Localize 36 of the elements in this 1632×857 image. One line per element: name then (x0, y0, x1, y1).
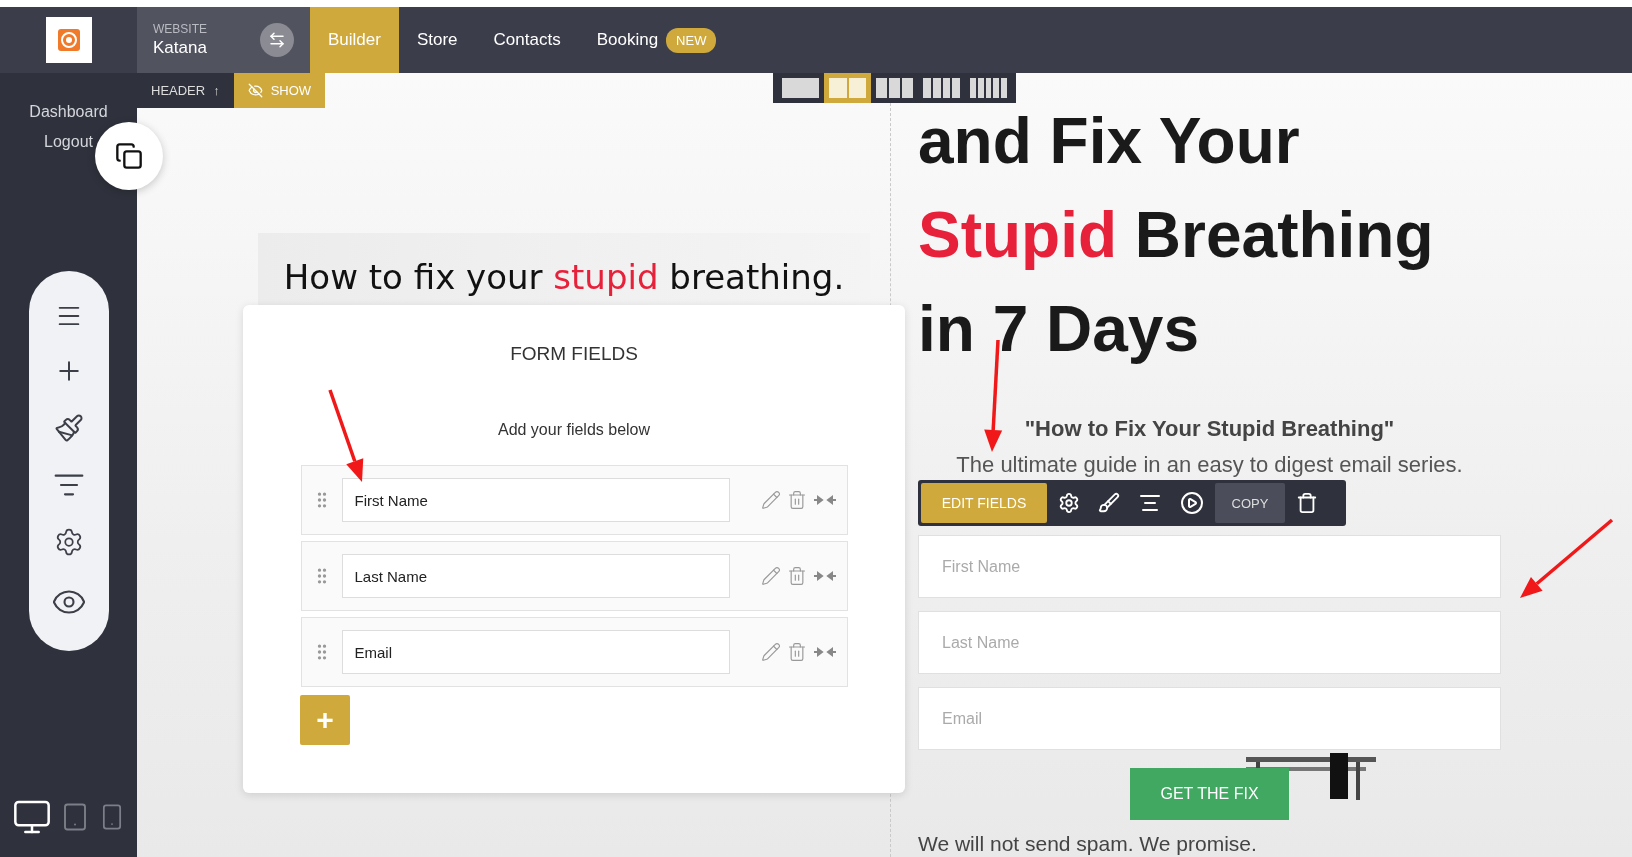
section-name: HEADER (151, 83, 206, 98)
website-name: Katana (153, 38, 207, 58)
sidebar-link[interactable]: Logout (44, 133, 93, 151)
input-field[interactable]: Last Name (918, 611, 1501, 674)
panel-subtitle: Add your fields below (497, 421, 651, 439)
up-arrow[interactable]: ↑ (213, 83, 220, 98)
input-field[interactable]: Email (341, 630, 730, 674)
copy-button[interactable]: COPY (1215, 483, 1285, 523)
inward-arrows-icon (812, 647, 837, 657)
paintbrush-icon[interactable] (53, 412, 84, 443)
website-label: WEBSITE (153, 22, 207, 36)
inward-arrows-icon (812, 495, 837, 505)
swap-button[interactable] (260, 23, 294, 57)
inward-arrows-icon (812, 571, 837, 581)
logo-icon (45, 17, 92, 63)
eye-off-icon (247, 83, 263, 98)
hero-heading: Stupid Breathing (918, 198, 1434, 272)
section-heading: How to fix your stupid breathing. (283, 257, 845, 299)
copy-icon (115, 142, 143, 170)
nav-tab[interactable]: Booking NEW (578, 7, 735, 73)
hero-heading: and Fix Your (918, 104, 1300, 178)
input-field[interactable]: Last Name (341, 554, 730, 598)
input-field[interactable]: Email (918, 687, 1501, 750)
nav-tab[interactable]: Contacts (475, 7, 579, 73)
input-field[interactable]: First Name (918, 535, 1501, 598)
panel-title: FORM FIELDS (510, 343, 638, 365)
spam-note: We will not send spam. We promise. (918, 832, 1257, 856)
swap-icon (268, 31, 286, 49)
tagline: The ultimate guide in an easy to digest email series. (956, 452, 1463, 478)
duplicate-button[interactable] (95, 122, 163, 190)
subtitle: "How to Fix Your Stupid Breathing" (1024, 416, 1395, 442)
nav-tab[interactable]: Store (398, 7, 476, 73)
input-field[interactable]: First Name (341, 478, 730, 522)
hero-heading: in 7 Days (918, 292, 1200, 366)
sidebar-link[interactable]: Dashboard (29, 103, 108, 121)
new-badge: NEW (666, 27, 717, 53)
